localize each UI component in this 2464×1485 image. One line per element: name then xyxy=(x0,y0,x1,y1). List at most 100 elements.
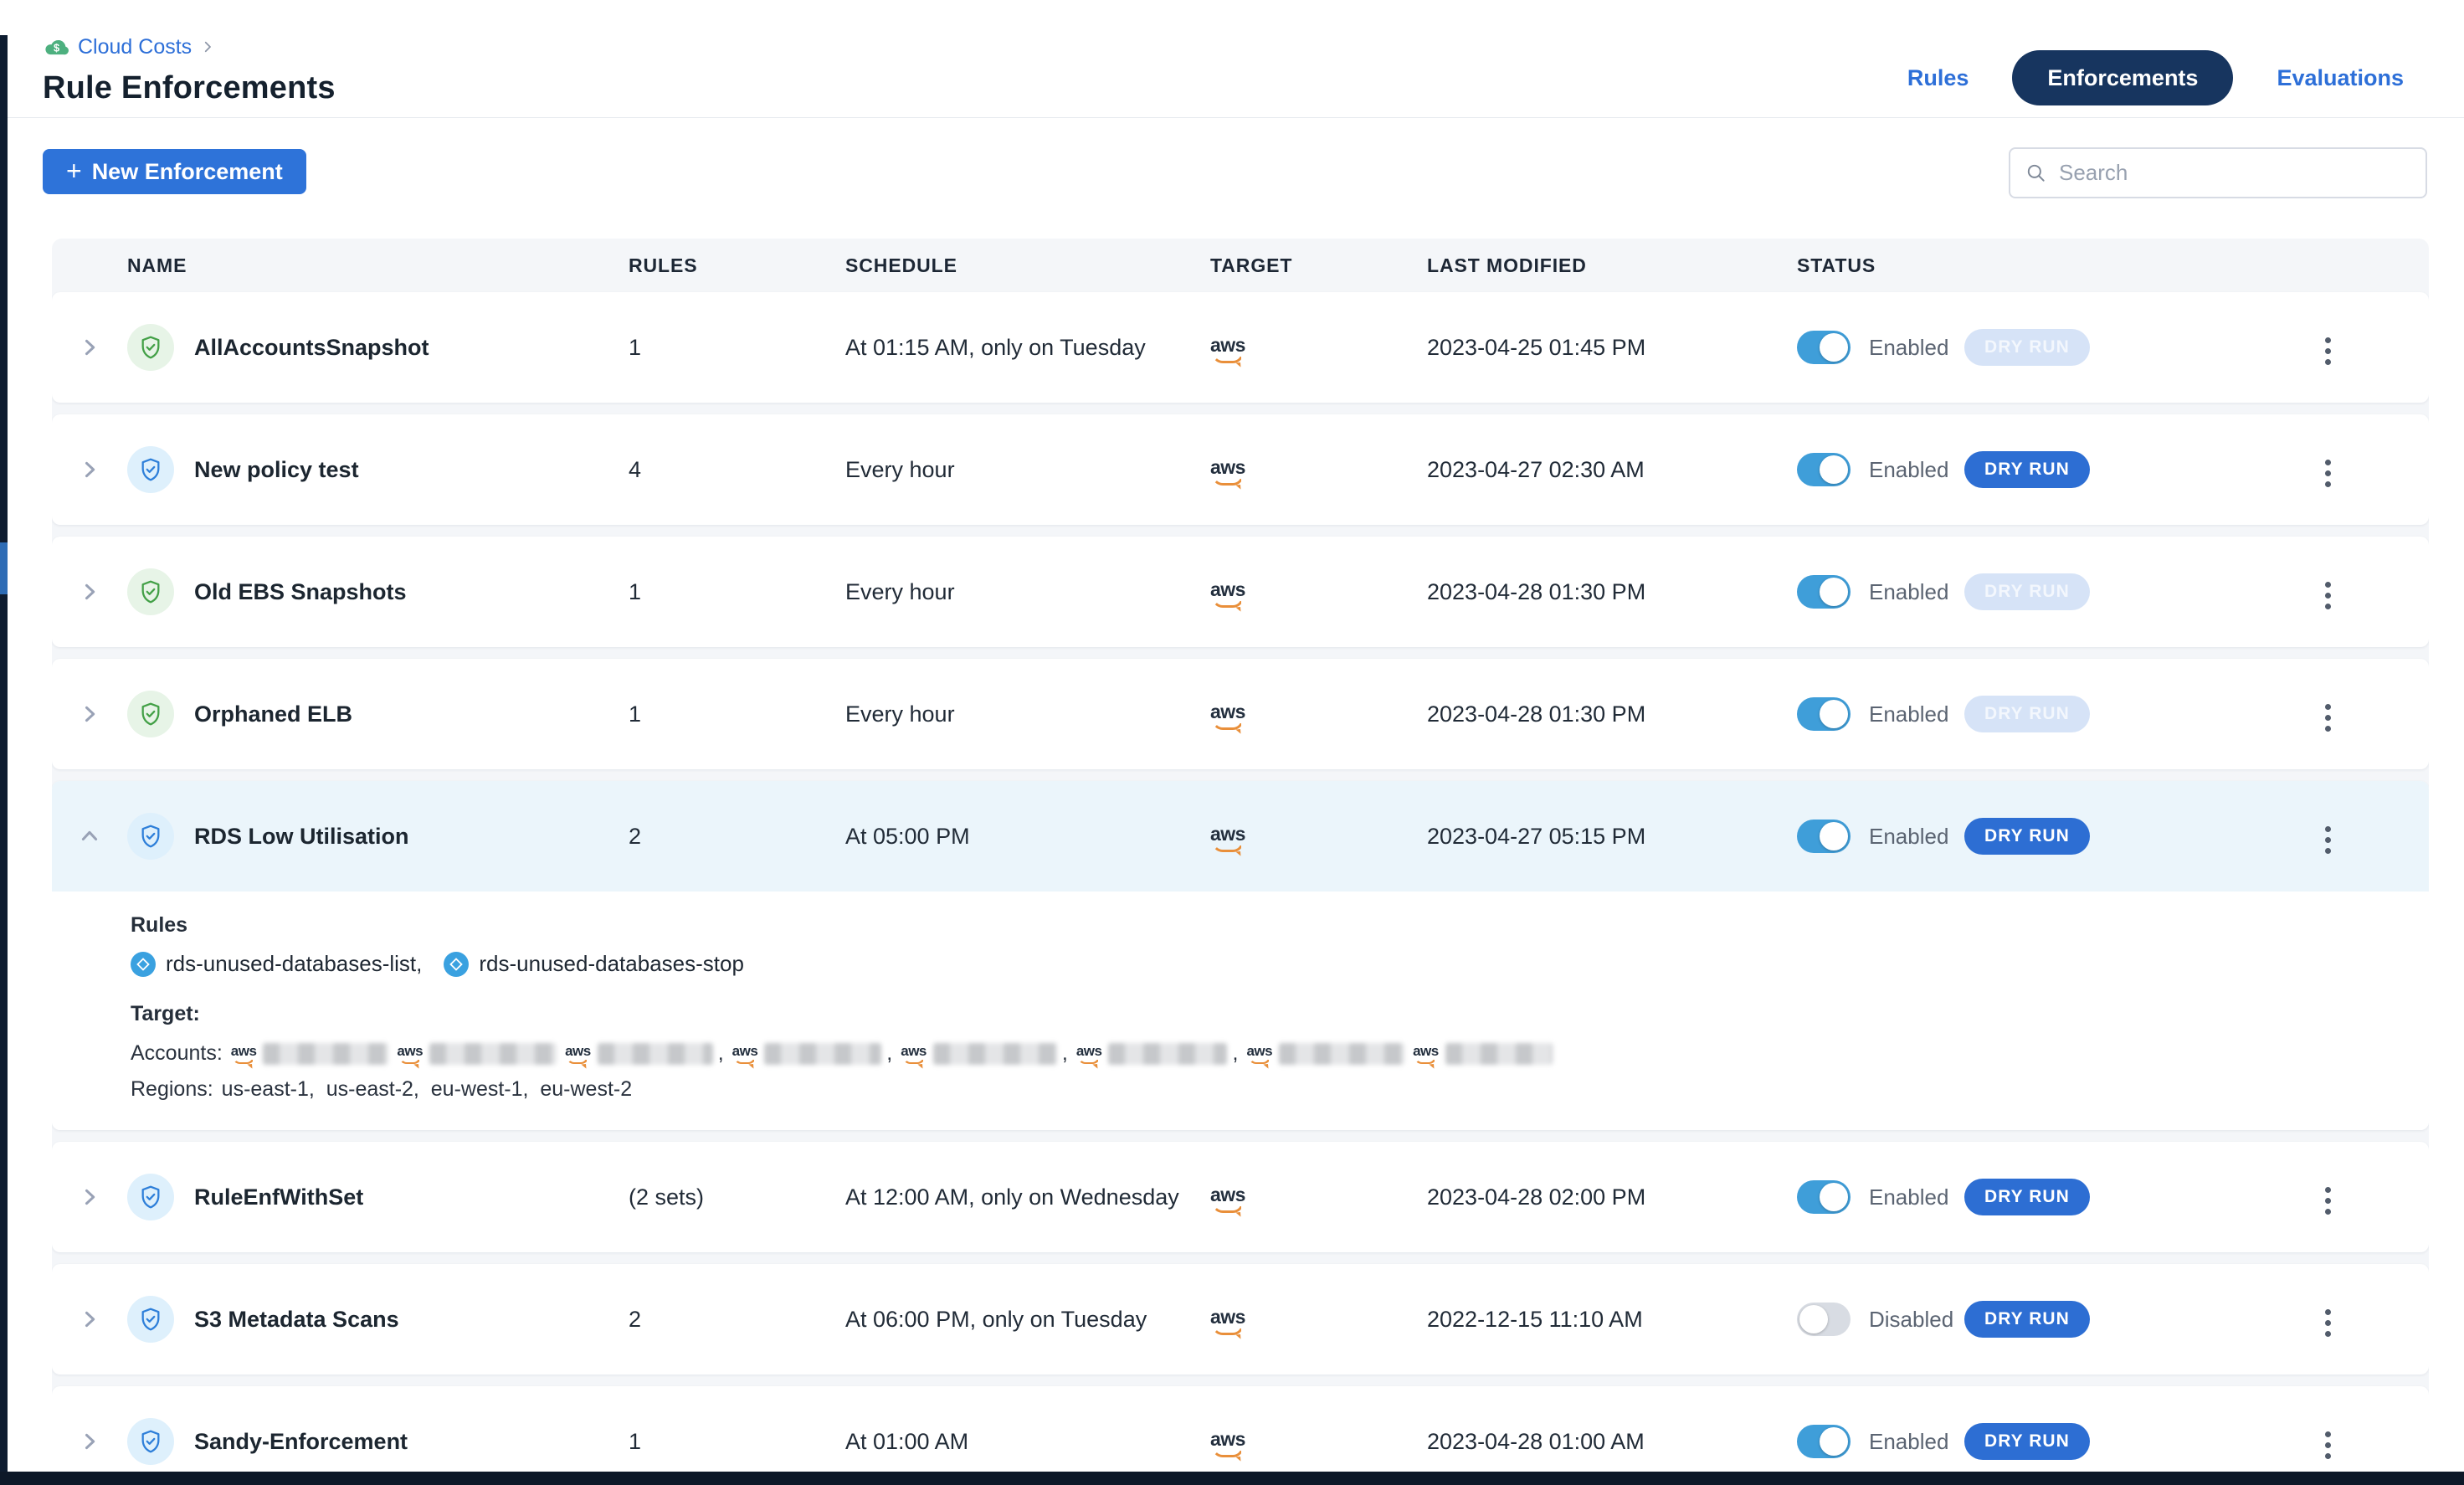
dry-run-badge: DRY RUN xyxy=(1964,573,2090,610)
toggle-knob xyxy=(1820,700,1848,728)
column-header-schedule: SCHEDULE xyxy=(845,254,1210,277)
breadcrumb-link-cloud-costs[interactable]: Cloud Costs xyxy=(78,35,192,59)
rules-count: 1 xyxy=(629,579,845,605)
kebab-menu-icon[interactable] xyxy=(2318,1180,2338,1221)
kebab-menu-icon[interactable] xyxy=(2318,453,2338,494)
table-row-main[interactable]: Old EBS Snapshots 1 Every hour aws 2023-… xyxy=(52,537,2429,647)
table-row: RDS Low Utilisation 2 At 05:00 PM aws 20… xyxy=(52,781,2429,1130)
redacted-account-name xyxy=(1108,1043,1227,1065)
table-row: AllAccountsSnapshot 1 At 01:15 AM, only … xyxy=(52,292,2429,403)
aws-logo-icon: aws xyxy=(1210,580,1245,608)
table-row-main[interactable]: RuleEnfWithSet (2 sets) At 12:00 AM, onl… xyxy=(52,1142,2429,1252)
rule-chip[interactable]: rds-unused-databases-stop xyxy=(444,951,744,977)
table-row-main[interactable]: S3 Metadata Scans 2 At 06:00 PM, only on… xyxy=(52,1264,2429,1375)
kebab-menu-icon[interactable] xyxy=(2318,575,2338,616)
enabled-toggle[interactable] xyxy=(1797,575,1851,609)
toggle-knob xyxy=(1799,1305,1828,1333)
last-modified-text: 2023-04-27 02:30 AM xyxy=(1427,457,1797,483)
aws-logo-icon: aws xyxy=(1210,458,1245,486)
redacted-account: aws xyxy=(1246,1043,1404,1065)
enabled-toggle[interactable] xyxy=(1797,1180,1851,1214)
window-edge-bar xyxy=(0,35,8,1485)
view-switcher: Rules Enforcements Evaluations xyxy=(1907,50,2404,105)
enforcement-name: New policy test xyxy=(194,457,629,483)
table-row: Orphaned ELB 1 Every hour aws 2023-04-28… xyxy=(52,659,2429,769)
shield-check-icon xyxy=(127,1418,174,1465)
table-row-main[interactable]: RDS Low Utilisation 2 At 05:00 PM aws 20… xyxy=(52,781,2429,892)
redacted-account: aws xyxy=(1413,1043,1553,1065)
table-row: RuleEnfWithSet (2 sets) At 12:00 AM, onl… xyxy=(52,1142,2429,1252)
enabled-toggle[interactable] xyxy=(1797,697,1851,731)
enabled-toggle[interactable] xyxy=(1797,453,1851,486)
aws-logo-icon: aws xyxy=(1210,702,1245,730)
dry-run-badge: DRY RUN xyxy=(1964,1423,2090,1460)
redacted-account: aws xyxy=(565,1043,713,1065)
enabled-toggle[interactable] xyxy=(1797,1303,1851,1336)
schedule-text: At 12:00 AM, only on Wednesday xyxy=(845,1184,1210,1210)
schedule-text: Every hour xyxy=(845,701,1210,727)
expand-chevron-icon[interactable] xyxy=(77,335,102,360)
schedule-text: At 06:00 PM, only on Tuesday xyxy=(845,1307,1210,1333)
toggle-knob xyxy=(1820,455,1848,484)
aws-logo-icon: aws xyxy=(732,1044,758,1064)
regions-row: Regions: us-east-1, us-east-2, eu-west-1,… xyxy=(131,1077,2395,1102)
shield-check-icon xyxy=(127,1174,174,1220)
toggle-knob xyxy=(1820,578,1848,606)
rules-section-label: Rules xyxy=(131,913,2395,938)
status-label: Enabled xyxy=(1869,1429,1964,1455)
kebab-menu-icon[interactable] xyxy=(2318,1425,2338,1466)
column-header-target: TARGET xyxy=(1210,254,1427,277)
tab-evaluations[interactable]: Evaluations xyxy=(2277,65,2404,91)
aws-logo-icon: aws xyxy=(1210,825,1245,852)
status-label: Enabled xyxy=(1869,335,1964,361)
expand-chevron-icon[interactable] xyxy=(77,457,102,482)
regions-value: us-east-1, us-east-2, eu-west-1, eu-west… xyxy=(222,1077,632,1101)
tab-enforcements[interactable]: Enforcements xyxy=(2012,50,2233,105)
expand-chevron-icon[interactable] xyxy=(77,579,102,604)
enforcement-name: Sandy-Enforcement xyxy=(194,1429,629,1455)
rules-count: 1 xyxy=(629,335,845,361)
kebab-menu-icon[interactable] xyxy=(2318,1303,2338,1344)
expand-chevron-icon[interactable] xyxy=(77,824,102,849)
redacted-account-name xyxy=(429,1043,557,1065)
expand-chevron-icon[interactable] xyxy=(77,701,102,727)
table-row-main[interactable]: New policy test 4 Every hour aws 2023-04… xyxy=(52,414,2429,525)
tab-rules[interactable]: Rules xyxy=(1907,65,1969,91)
enforcement-name: Old EBS Snapshots xyxy=(194,579,629,605)
redacted-account: aws xyxy=(1076,1043,1228,1065)
expand-chevron-icon[interactable] xyxy=(77,1429,102,1454)
last-modified-text: 2023-04-28 01:00 AM xyxy=(1427,1429,1797,1455)
redacted-account-name xyxy=(933,1043,1057,1065)
regions-label: Regions: xyxy=(131,1077,213,1101)
enabled-toggle[interactable] xyxy=(1797,331,1851,364)
last-modified-text: 2023-04-25 01:45 PM xyxy=(1427,335,1797,361)
rules-count: 4 xyxy=(629,457,845,483)
expand-chevron-icon[interactable] xyxy=(77,1307,102,1332)
enforcement-name: RuleEnfWithSet xyxy=(194,1184,629,1210)
dry-run-badge: DRY RUN xyxy=(1964,329,2090,366)
table-row: S3 Metadata Scans 2 At 06:00 PM, only on… xyxy=(52,1264,2429,1375)
shield-check-icon xyxy=(127,446,174,493)
kebab-menu-icon[interactable] xyxy=(2318,697,2338,738)
enabled-toggle[interactable] xyxy=(1797,1425,1851,1458)
kebab-menu-icon[interactable] xyxy=(2318,820,2338,861)
aws-logo-icon: aws xyxy=(565,1044,591,1064)
enforcement-name: RDS Low Utilisation xyxy=(194,824,629,850)
expand-chevron-icon[interactable] xyxy=(77,1184,102,1210)
shield-check-icon xyxy=(127,568,174,615)
enabled-toggle[interactable] xyxy=(1797,820,1851,853)
svg-text:$: $ xyxy=(54,41,59,54)
kebab-menu-icon[interactable] xyxy=(2318,331,2338,372)
redacted-account-name xyxy=(598,1043,713,1065)
rule-chip[interactable]: rds-unused-databases-list, xyxy=(131,951,422,977)
enforcement-name: AllAccountsSnapshot xyxy=(194,335,629,361)
table-row-main[interactable]: Sandy-Enforcement 1 At 01:00 AM aws 2023… xyxy=(52,1386,2429,1472)
search-input[interactable] xyxy=(2059,160,2410,186)
header-divider xyxy=(8,117,2464,118)
table-row-main[interactable]: Orphaned ELB 1 Every hour aws 2023-04-28… xyxy=(52,659,2429,769)
last-modified-text: 2022-12-15 11:10 AM xyxy=(1427,1307,1797,1333)
new-enforcement-button[interactable]: + New Enforcement xyxy=(43,149,306,194)
redacted-account: aws xyxy=(397,1043,557,1065)
window-bottom-bar xyxy=(0,1472,2464,1485)
table-row-main[interactable]: AllAccountsSnapshot 1 At 01:15 AM, only … xyxy=(52,292,2429,403)
